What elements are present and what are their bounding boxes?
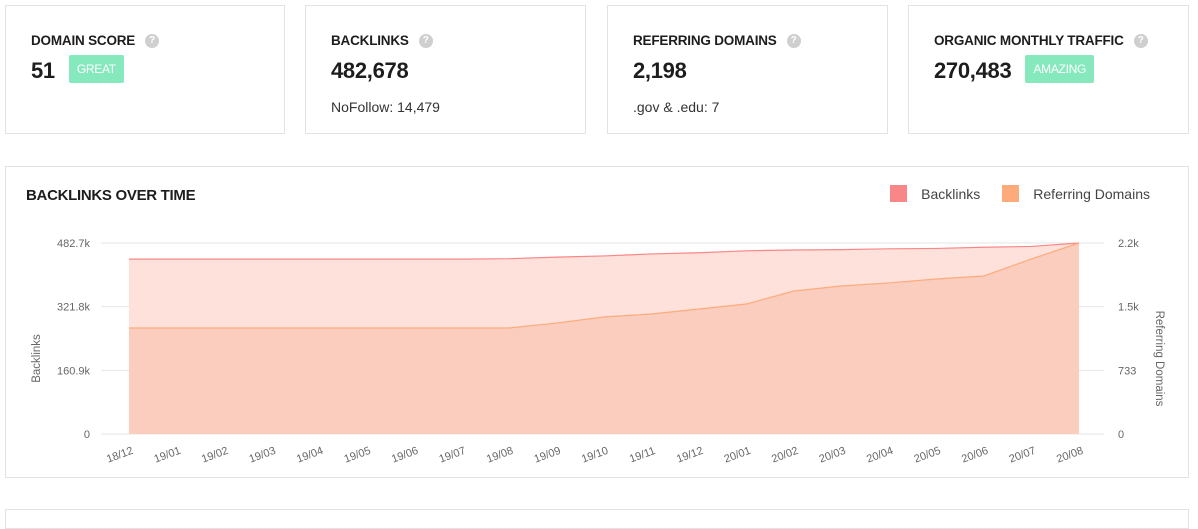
stat-card-domain-score: Domain Score? 51 GREAT [5, 5, 285, 134]
nofollow-count: NoFollow: 14,479 [331, 99, 440, 115]
y-left-axis-label: Backlinks [31, 334, 43, 383]
card-title-text: Domain Score [31, 33, 136, 48]
x-tick-label: 20/05 [912, 445, 942, 466]
x-tick-label: 19/06 [390, 445, 420, 466]
x-tick-label: 19/01 [152, 445, 182, 466]
x-tick-label: 19/02 [200, 445, 230, 466]
status-badge: GREAT [68, 55, 124, 84]
x-tick-label: 19/04 [295, 445, 325, 466]
referring-domains-value: 2,198 [633, 58, 687, 83]
card-value: 2,198 [633, 58, 687, 84]
x-tick-label: 20/02 [770, 445, 800, 466]
backlinks-value: 482,678 [331, 58, 409, 83]
x-tick-label: 20/08 [1055, 445, 1085, 466]
y-right-tick-label: 733 [1118, 365, 1136, 377]
card-title: Backlinks? [331, 33, 433, 48]
question-circle-icon[interactable]: ? [145, 33, 160, 48]
x-tick-label: 20/03 [817, 445, 847, 466]
gov-edu-count: .gov & .edu: 7 [633, 99, 720, 115]
next-panel [5, 509, 1189, 529]
domain-score-value: 51 [31, 58, 55, 83]
card-title-text: Organic Monthly Traffic [934, 33, 1124, 48]
y-right-tick-label: 0 [1118, 429, 1124, 441]
x-tick-label: 19/10 [580, 445, 610, 466]
question-circle-icon[interactable]: ? [1133, 33, 1148, 48]
y-right-tick-label: 2.2k [1118, 238, 1139, 250]
x-tick-label: 19/09 [532, 445, 562, 466]
x-tick-label: 19/12 [675, 445, 705, 466]
area-chart: 0 0 160.9k 733 321.8k 1.5k 482.7k 2.2k Backlinks… [31, 238, 1165, 466]
x-tick-label: 19/03 [247, 445, 277, 466]
y-left-tick-label: 482.7k [57, 238, 91, 250]
card-value: 270,483 AMAZING [934, 55, 1095, 86]
status-badge: AMAZING [1025, 55, 1095, 84]
card-title-text: Referring Domains [633, 33, 777, 48]
stat-card-organic-traffic: Organic Monthly Traffic? 270,483 AMAZING [908, 5, 1189, 134]
stat-card-referring-domains: Referring Domains? 2,198 .gov & .edu: 7 [607, 5, 888, 134]
y-left-tick-label: 160.9k [57, 365, 91, 377]
organic-traffic-value: 270,483 [934, 58, 1012, 83]
card-value: 482,678 [331, 58, 409, 84]
card-title-text: Backlinks [331, 33, 409, 48]
card-value: 51 GREAT [31, 55, 124, 86]
y-left-tick-label: 0 [84, 429, 90, 441]
card-title: Organic Monthly Traffic? [934, 33, 1148, 48]
x-tick-label: 19/11 [628, 445, 657, 465]
x-tick-label: 20/06 [960, 445, 990, 466]
x-tick-label: 20/04 [865, 445, 895, 466]
y-right-tick-label: 1.5k [1118, 302, 1139, 314]
x-tick-label: 20/07 [1007, 445, 1037, 466]
x-tick-label: 20/01 [722, 445, 752, 466]
x-tick-label: 18/12 [105, 445, 135, 466]
x-tick-label: 19/08 [485, 445, 515, 466]
card-title: Domain Score? [31, 33, 160, 48]
backlinks-over-time-panel: BACKLINKS OVER TIME Backlinks Referring … [5, 166, 1189, 478]
x-tick-label: 19/07 [437, 445, 467, 466]
stat-card-backlinks: Backlinks? 482,678 NoFollow: 14,479 [305, 5, 586, 134]
x-tick-label: 19/05 [342, 445, 372, 466]
question-circle-icon[interactable]: ? [786, 33, 801, 48]
card-title: Referring Domains? [633, 33, 801, 48]
y-right-axis-label: Referring Domains [1153, 311, 1165, 407]
y-left-tick-label: 321.8k [57, 302, 91, 314]
question-circle-icon[interactable]: ? [418, 33, 433, 48]
